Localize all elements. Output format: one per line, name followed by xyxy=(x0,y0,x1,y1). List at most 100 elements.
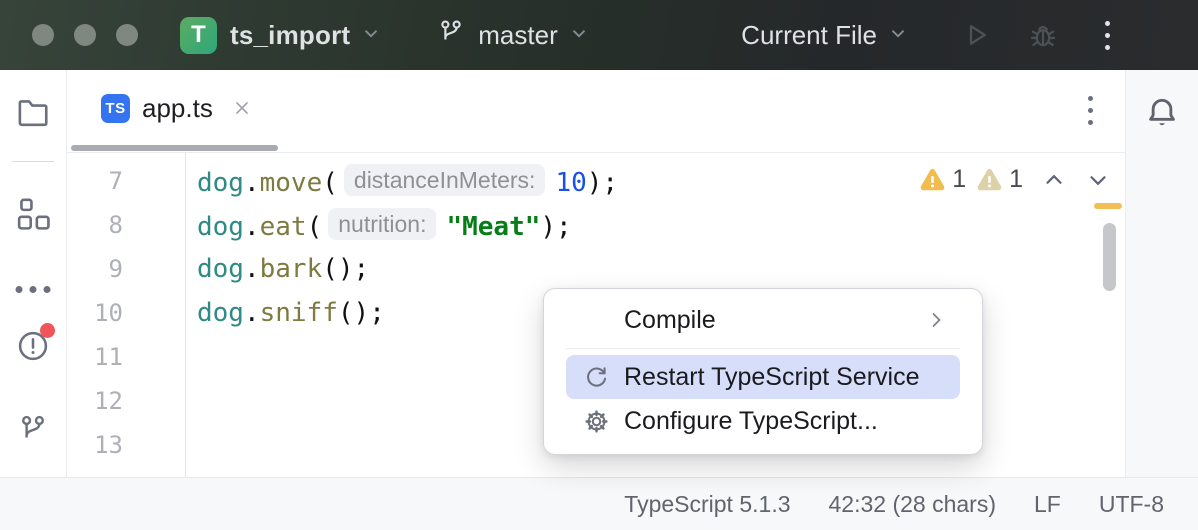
warning-icon xyxy=(919,168,946,192)
inlay-parameter-hint: distanceInMeters: xyxy=(343,164,546,196)
bug-icon xyxy=(1030,25,1056,47)
toolbar-divider xyxy=(12,161,54,162)
problems-tool-button[interactable] xyxy=(15,323,55,369)
code-line[interactable]: 9 dog.bark(); xyxy=(67,247,1125,291)
window-controls xyxy=(32,24,138,46)
line-separator-widget[interactable]: LF xyxy=(1034,491,1061,518)
chevron-down-icon[interactable] xyxy=(360,20,382,51)
line-number[interactable]: 8 xyxy=(67,211,185,239)
menu-item-label: Restart TypeScript Service xyxy=(624,362,920,391)
typescript-file-icon: TS xyxy=(101,93,130,123)
run-configuration-name: Current File xyxy=(741,19,877,50)
code-token: (); xyxy=(337,298,385,328)
code-token: ); xyxy=(586,168,619,198)
folder-icon xyxy=(18,100,48,127)
encoding-widget[interactable]: UTF-8 xyxy=(1099,491,1164,518)
restart-icon xyxy=(582,363,610,391)
more-actions-button[interactable] xyxy=(1105,20,1110,50)
project-tool-button[interactable] xyxy=(15,94,52,131)
notifications-button[interactable] xyxy=(1143,94,1181,137)
run-button[interactable] xyxy=(961,20,991,50)
tool-window-bar xyxy=(0,70,67,477)
ide-window: T ts_import master Current File TS app.t… xyxy=(0,0,1198,530)
close-window-button[interactable] xyxy=(32,24,54,46)
code-token: move xyxy=(259,168,323,198)
title-bar: T ts_import master Current File xyxy=(0,0,1198,70)
run-configuration-selector[interactable]: Current File xyxy=(741,20,909,51)
warning-counter[interactable]: 1 xyxy=(919,165,966,194)
weak-warning-icon xyxy=(976,168,1003,192)
weak-warning-counter[interactable]: 1 xyxy=(976,165,1023,194)
code-token: bark xyxy=(259,254,323,284)
submenu-chevron-right-icon xyxy=(924,308,948,332)
close-tab-button[interactable] xyxy=(231,97,253,119)
tab-app-ts[interactable]: TS app.ts xyxy=(71,70,275,146)
code-token: sniff xyxy=(259,298,338,328)
git-tool-button[interactable] xyxy=(16,412,50,446)
menu-item-compile[interactable]: Compile xyxy=(566,298,960,342)
line-number[interactable]: 12 xyxy=(67,387,185,415)
project-name[interactable]: ts_import xyxy=(230,20,350,51)
play-icon xyxy=(969,25,986,45)
line-number[interactable]: 9 xyxy=(67,255,185,283)
warning-stripe-mark[interactable] xyxy=(1094,203,1122,209)
warning-count: 1 xyxy=(952,165,967,193)
code-token: 10 xyxy=(555,168,587,198)
code-token: dog xyxy=(197,212,244,242)
code-token: "Meat" xyxy=(446,212,541,242)
line-number[interactable]: 11 xyxy=(67,343,185,371)
menu-item-restart-typescript-service[interactable]: Restart TypeScript Service xyxy=(566,355,960,399)
code-text: dog.bark(); xyxy=(185,254,369,284)
problems-badge xyxy=(40,323,55,338)
vcs-branch-widget[interactable]: master xyxy=(436,17,589,54)
notifications-panel xyxy=(1125,70,1198,477)
editor-tab-bar: TS app.ts xyxy=(67,70,1125,153)
menu-item-label: Compile xyxy=(624,305,716,334)
structure-icon xyxy=(17,198,50,230)
code-token: ); xyxy=(540,212,572,242)
code-text: dog.eat(nutrition: "Meat"); xyxy=(185,208,572,242)
run-toolbar: Current File xyxy=(741,19,1110,51)
zoom-window-button[interactable] xyxy=(116,24,138,46)
typescript-version-widget[interactable]: TypeScript 5.1.3 xyxy=(624,491,790,518)
inlay-parameter-hint: nutrition: xyxy=(328,208,437,240)
branch-name: master xyxy=(478,19,558,50)
git-branch-icon xyxy=(436,17,466,54)
debug-button[interactable] xyxy=(1027,19,1059,51)
line-number[interactable]: 7 xyxy=(67,167,185,195)
close-icon xyxy=(235,102,248,114)
chevron-down-icon xyxy=(887,20,909,51)
code-token: . xyxy=(243,298,260,328)
tab-label: app.ts xyxy=(142,92,213,123)
code-token: . xyxy=(243,168,260,198)
minimize-window-button[interactable] xyxy=(74,24,96,46)
next-problem-button[interactable] xyxy=(1085,167,1111,193)
line-number[interactable]: 10 xyxy=(67,299,185,327)
git-branch-icon xyxy=(22,415,44,438)
weak-warning-count: 1 xyxy=(1009,165,1023,193)
tab-options-button[interactable] xyxy=(1088,96,1093,125)
code-token: (); xyxy=(322,254,370,284)
project-initial: T xyxy=(191,21,206,48)
code-token: dog xyxy=(197,254,244,284)
code-text: dog.move(distanceInMeters: 10); xyxy=(185,164,618,198)
problems-icon xyxy=(15,323,55,369)
previous-problem-button[interactable] xyxy=(1041,167,1067,193)
code-line[interactable]: 8 dog.eat(nutrition: "Meat"); xyxy=(67,203,1125,247)
more-tool-windows-button[interactable] xyxy=(15,286,51,293)
menu-item-configure-typescript[interactable]: Configure TypeScript... xyxy=(566,399,960,443)
line-number[interactable]: 13 xyxy=(67,431,185,459)
menu-separator xyxy=(566,348,960,349)
chevron-up-icon xyxy=(1046,174,1062,184)
project-icon[interactable]: T xyxy=(180,16,217,54)
bell-icon xyxy=(1149,98,1175,126)
code-token: ( xyxy=(306,212,323,242)
code-token: eat xyxy=(259,212,307,242)
structure-tool-button[interactable] xyxy=(15,196,52,233)
menu-item-label: Configure TypeScript... xyxy=(624,406,878,435)
caret-position-widget[interactable]: 42:32 (28 chars) xyxy=(829,491,996,518)
inspections-widget: 1 1 xyxy=(919,165,1111,194)
selected-tab-indicator xyxy=(71,145,278,151)
scrollbar-thumb[interactable] xyxy=(1103,223,1116,291)
chevron-down-icon xyxy=(1090,175,1106,185)
